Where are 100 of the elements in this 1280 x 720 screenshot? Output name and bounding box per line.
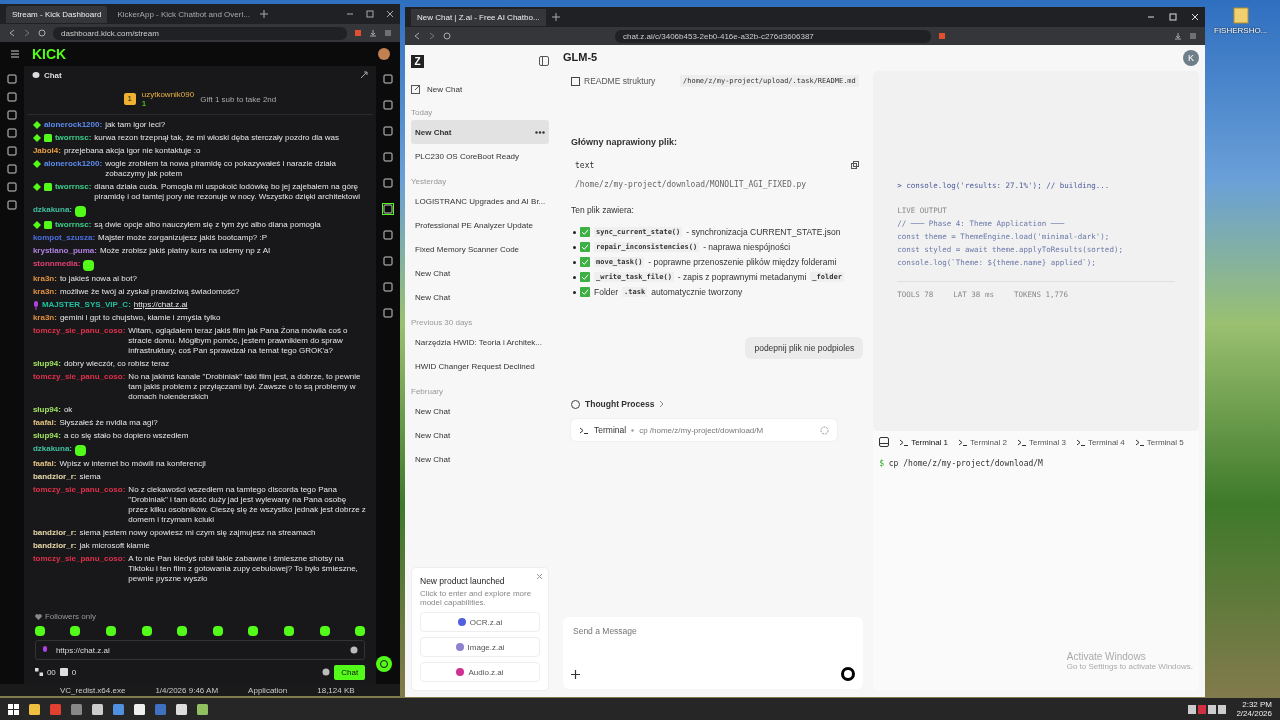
forward-icon[interactable] (428, 32, 436, 40)
chat-history-item[interactable]: Professional PE Analyzer Update (411, 213, 549, 237)
chat-username[interactable]: kra3n: (32, 287, 57, 297)
extension-icon[interactable] (354, 29, 362, 37)
z-logo[interactable]: Z (411, 54, 424, 68)
reload-icon[interactable] (443, 32, 451, 40)
support-icon[interactable] (376, 656, 392, 672)
chat-input[interactable]: https://chat.z.ai (34, 640, 366, 660)
reload-icon[interactable] (38, 29, 46, 37)
emote-icon[interactable] (70, 626, 81, 636)
chat-username[interactable]: faafal: (32, 459, 57, 469)
chat-username[interactable]: kra3n: (32, 313, 57, 323)
chat-username[interactable]: Jabol4: (32, 146, 61, 156)
emote-icon[interactable] (34, 626, 45, 636)
emote-icon[interactable] (106, 626, 117, 636)
emote-icon[interactable] (283, 626, 294, 636)
avatar-icon[interactable] (378, 48, 390, 60)
chat-username[interactable]: bandzior_r: (32, 541, 77, 551)
taskbar-app-icon[interactable] (29, 703, 40, 715)
clock-time[interactable]: 2:32 PM (1242, 700, 1272, 709)
chat-history-item[interactable]: HWID Changer Request Declined (411, 354, 549, 378)
browser-tab[interactable]: KickerApp - Kick Chatbot and Overl... (111, 5, 256, 23)
chat-username[interactable]: alonerock1200: (43, 159, 103, 169)
emote-icon[interactable] (319, 626, 330, 636)
new-tab-icon[interactable] (551, 13, 560, 21)
terminal-tab[interactable]: Terminal 4 (1075, 437, 1125, 447)
terminal-panel-icon[interactable] (879, 437, 890, 447)
product-link-button[interactable]: Audio.z.ai (420, 662, 540, 682)
chat-history-item[interactable]: PLC230 OS CoreBoot Ready (411, 144, 549, 168)
add-icon[interactable] (571, 669, 580, 679)
clock-date[interactable]: 2/24/2026 (1236, 709, 1272, 718)
address-bar[interactable]: dashboard.kick.com/stream (53, 26, 347, 40)
forward-icon[interactable] (23, 29, 31, 37)
thought-process-toggle[interactable]: Thought Process (571, 399, 665, 409)
terminal-tab[interactable]: Terminal 1 (899, 437, 949, 447)
chat-history-item[interactable]: Fixed Memory Scanner Code (411, 237, 549, 261)
chat-username[interactable]: tworrnsc: (54, 182, 92, 192)
extension-icon[interactable] (938, 32, 946, 40)
windows-start-icon[interactable] (8, 703, 19, 715)
chat-username[interactable]: alonerock1200: (43, 120, 103, 130)
more-options-icon[interactable] (535, 130, 545, 134)
chat-username[interactable]: stonnmedia: (32, 259, 81, 269)
new-chat-button[interactable]: New Chat (411, 79, 549, 99)
chat-username[interactable]: MAJSTER_SYS_VIP_C: (41, 300, 131, 310)
model-name[interactable]: GLM-5 (563, 45, 864, 69)
chat-username[interactable]: bandzior_r: (32, 528, 77, 538)
chat-username[interactable]: kra3n: (32, 274, 57, 284)
new-tab-icon[interactable] (259, 10, 268, 18)
chat-username[interactable]: słup94: (32, 405, 61, 415)
chat-username[interactable]: tworrnsc: (54, 220, 92, 230)
chat-username[interactable]: faafal: (32, 418, 57, 428)
popout-icon[interactable] (360, 71, 369, 79)
chat-username[interactable]: tomczy_sie_panu_coso: (32, 485, 126, 495)
chat-username[interactable]: tworrnsc: (54, 133, 92, 143)
taskbar-app-icon[interactable] (197, 703, 208, 715)
emote-icon[interactable] (177, 626, 188, 636)
chat-history-item[interactable]: New Chat (411, 423, 549, 447)
user-avatar[interactable]: K (1183, 50, 1199, 66)
close-icon[interactable] (386, 10, 394, 18)
kick-logo[interactable]: KICK (32, 46, 67, 62)
file-list-row[interactable]: VC_redist.x64.exe 1/4/2026 9:46 AM Application 18,124 KB (0, 684, 400, 696)
chat-history-item[interactable]: New Chat (411, 447, 549, 471)
chat-username[interactable]: dzkakuna: (32, 205, 72, 215)
product-link-button[interactable]: OCR.z.ai (420, 612, 540, 632)
chat-username[interactable]: słup94: (32, 431, 61, 441)
taskbar-app-icon[interactable] (176, 703, 187, 715)
desktop-icon-label[interactable]: FISHERSHO... (1214, 26, 1268, 35)
chat-username[interactable]: słup94: (32, 359, 61, 369)
chat-username[interactable]: tomczy_sie_panu_coso: (32, 554, 126, 564)
stop-button[interactable] (841, 667, 856, 681)
chat-history-item[interactable]: New Chat (411, 261, 549, 285)
folder-icon[interactable] (1232, 6, 1249, 24)
terminal-tab[interactable]: Terminal 2 (958, 437, 1007, 447)
maximize-icon[interactable] (366, 10, 374, 18)
chat-username[interactable]: dzkakuna: (32, 444, 72, 454)
terminal-tab[interactable]: Terminal 3 (1016, 437, 1066, 447)
chat-history-item[interactable]: New Chat (411, 285, 549, 309)
taskbar-app-icon[interactable] (134, 703, 145, 715)
emote-icon[interactable] (141, 626, 152, 636)
chat-history-item[interactable]: New Chat (411, 120, 549, 144)
emote-icon[interactable] (248, 626, 259, 636)
chat-history-item[interactable]: New Chat (411, 399, 549, 423)
emote-icon[interactable] (212, 626, 223, 636)
taskbar-app-icon[interactable] (92, 703, 103, 715)
address-bar[interactable]: chat.z.ai/c/3406b453-2eb0-416e-a32b-c276d3606387 (615, 29, 931, 43)
sidebar-toggle-icon[interactable] (539, 56, 549, 66)
emote-icon[interactable] (355, 626, 366, 636)
chat-username[interactable]: kompot_szusza: (32, 233, 96, 243)
chat-link[interactable]: https://chat.z.ai (133, 300, 188, 310)
chat-history-item[interactable]: Narzędzia HWID: Teoria i Architek... (411, 330, 549, 354)
chat-username[interactable]: bandzior_r: (32, 472, 77, 482)
copy-icon[interactable] (851, 161, 860, 169)
message-input[interactable]: Send a Message (571, 625, 856, 637)
menu-icon[interactable] (10, 50, 20, 58)
tool-call-card[interactable]: Terminal cp /home/z/my-project/download/M (571, 419, 837, 441)
menu-icon[interactable] (384, 29, 392, 37)
product-link-button[interactable]: Image.z.ai (420, 637, 540, 657)
minimize-icon[interactable] (1147, 13, 1155, 21)
browser-tab[interactable]: New Chat | Z.ai - Free AI Chatbo... (411, 8, 546, 26)
chat-username[interactable]: tomczy_sie_panu_coso: (32, 326, 126, 336)
